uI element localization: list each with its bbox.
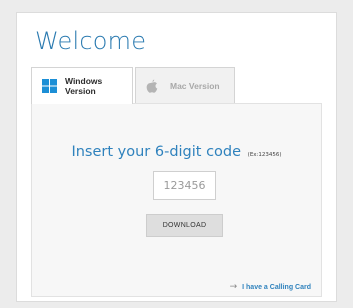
tab-windows-version[interactable]: Windows Version <box>31 67 133 104</box>
calling-card-label: I have a Calling Card <box>242 283 311 291</box>
code-heading: Insert your 6-digit code (Ex:123456) <box>32 144 321 160</box>
download-button[interactable]: DOWNLOAD <box>146 214 223 237</box>
apple-logo-icon <box>146 79 158 93</box>
tab-mac-label: Mac Version <box>170 80 220 91</box>
arrow-right-icon: → <box>229 282 238 292</box>
windows-logo-icon <box>42 79 57 93</box>
code-input[interactable] <box>153 171 216 200</box>
code-heading-text: Insert your 6-digit code <box>71 144 242 160</box>
download-panel: Insert your 6-digit code (Ex:123456) DOW… <box>31 103 322 297</box>
welcome-card: Welcome Windows Version Mac Version Inse… <box>16 12 337 302</box>
page-title: Welcome <box>35 27 147 55</box>
calling-card-link[interactable]: → I have a Calling Card <box>230 282 311 292</box>
code-hint: (Ex:123456) <box>247 152 282 158</box>
tab-mac-version[interactable]: Mac Version <box>135 67 235 103</box>
tab-windows-label: Windows Version <box>65 76 103 96</box>
